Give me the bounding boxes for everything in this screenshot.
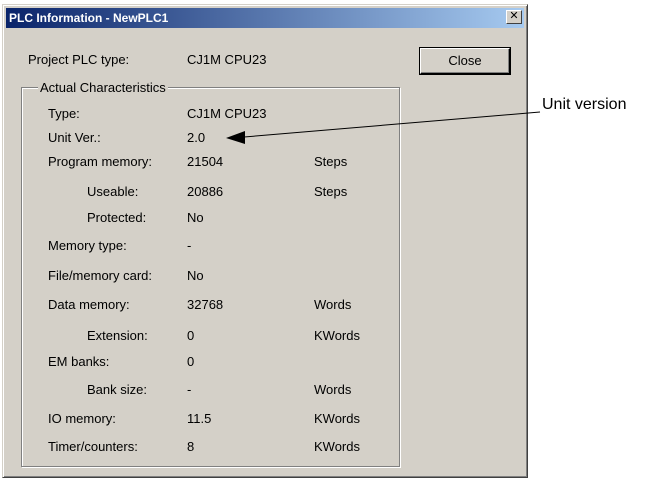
program-memory-label: Program memory:: [48, 154, 153, 169]
window-title: PLC Information - NewPLC1: [9, 11, 169, 25]
window-close-button[interactable]: ✕: [506, 10, 522, 24]
unit-ver-label: Unit Ver.:: [48, 130, 101, 145]
timer-counters-label: Timer/counters:: [48, 439, 138, 454]
em-banks-value: 0: [187, 354, 195, 369]
memory-type-label: Memory type:: [48, 238, 127, 253]
program-memory-unit: Steps: [314, 154, 348, 169]
data-memory-label: Data memory:: [48, 297, 130, 312]
close-button[interactable]: Close: [420, 48, 510, 74]
bank-size-label: Bank size:: [87, 382, 147, 397]
program-memory-value: 21504: [187, 154, 224, 169]
title-bar[interactable]: PLC Information - NewPLC1 ✕: [6, 8, 524, 28]
project-plc-type-label: Project PLC type:: [28, 52, 130, 67]
protected-value: No: [187, 210, 204, 225]
actual-characteristics-title: Actual Characteristics: [38, 80, 168, 96]
useable-value: 20886: [187, 184, 224, 199]
close-icon: ✕: [509, 10, 519, 22]
extension-label: Extension:: [87, 328, 148, 343]
io-memory-unit: KWords: [314, 411, 360, 426]
data-memory-value: 32768: [187, 297, 224, 312]
type-label: Type:: [48, 106, 80, 121]
timer-counters-unit: KWords: [314, 439, 360, 454]
useable-unit: Steps: [314, 184, 348, 199]
file-memory-card-label: File/memory card:: [48, 268, 153, 283]
project-plc-type-value: CJ1M CPU23: [187, 52, 267, 67]
io-memory-value: 11.5: [187, 411, 212, 426]
extension-value: 0: [187, 328, 195, 343]
io-memory-label: IO memory:: [48, 411, 116, 426]
bank-size-value: -: [187, 382, 192, 397]
extension-unit: KWords: [314, 328, 360, 343]
em-banks-label: EM banks:: [48, 354, 110, 369]
protected-label: Protected:: [87, 210, 147, 225]
file-memory-card-value: No: [187, 268, 204, 283]
memory-type-value: -: [187, 238, 192, 253]
unit-version-callout: Unit version: [542, 96, 627, 113]
type-value: CJ1M CPU23: [187, 106, 267, 121]
timer-counters-value: 8: [187, 439, 195, 454]
bank-size-unit: Words: [314, 382, 352, 397]
useable-label: Useable:: [87, 184, 139, 199]
data-memory-unit: Words: [314, 297, 352, 312]
unit-ver-value: 2.0: [187, 130, 206, 145]
